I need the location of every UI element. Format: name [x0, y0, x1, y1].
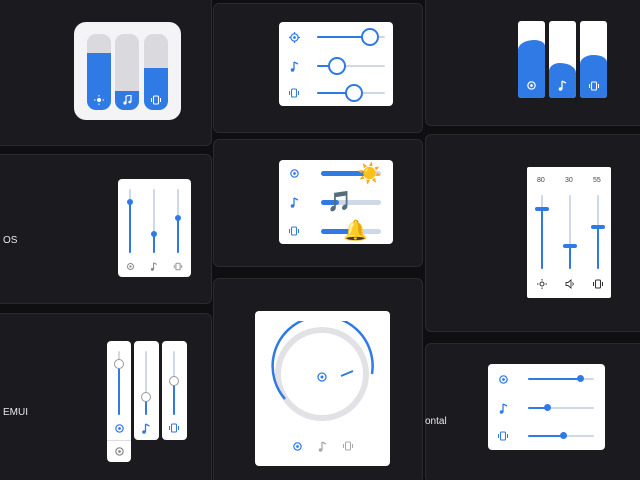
h-slider-brightness-thumb[interactable]	[577, 375, 584, 382]
settings-gear-icon	[315, 370, 329, 384]
numbered-slider-vibrate-track[interactable]	[597, 195, 599, 269]
numbered-sliders-card: 80 30 55	[527, 167, 611, 298]
knob-dial-card	[255, 311, 390, 466]
thin-slider-vibrate-thumb[interactable]	[175, 215, 181, 221]
h-slider-brightness-track[interactable]	[528, 378, 594, 380]
knob-dial-indicator	[340, 370, 354, 377]
thin-slider-brightness-thumb[interactable]	[127, 199, 133, 205]
round-slider-music-thumb[interactable]	[328, 57, 346, 75]
music-note-icon	[148, 260, 160, 272]
music-note-icon	[287, 195, 301, 209]
sun-icon	[93, 94, 105, 106]
pill-sliders-card	[74, 22, 181, 120]
tall-slider-vibrate-card	[162, 341, 187, 440]
numbered-slider-volume-thumb[interactable]	[563, 244, 577, 248]
h-slider-music-thumb[interactable]	[544, 404, 551, 411]
emoji-sliders-card: ☀️ 🎵 🔔	[279, 160, 393, 244]
vibrate-icon	[496, 429, 510, 443]
label-emui: EMUI	[3, 407, 28, 418]
vibrate-icon	[591, 277, 604, 290]
sun-icon	[535, 277, 548, 290]
vibrate-icon	[287, 86, 301, 100]
numbered-slider-value-brightness: 80	[537, 177, 545, 184]
music-note-icon	[121, 94, 133, 106]
divider	[107, 440, 131, 441]
pill-slider-music[interactable]	[115, 34, 139, 110]
thin-sliders-card	[118, 179, 191, 277]
vibrate-icon	[287, 224, 301, 238]
settings-gear-icon	[287, 30, 301, 44]
label-ios: OS	[3, 235, 18, 246]
pill-slider-vibrate[interactable]	[144, 34, 168, 110]
wave-slider-music[interactable]	[549, 21, 576, 98]
volume-icon	[563, 277, 576, 290]
sun-emoji[interactable]: ☀️	[357, 163, 382, 183]
settings-gear-icon[interactable]	[290, 439, 304, 453]
numbered-slider-value-volume: 30	[565, 177, 573, 184]
vibrate-icon	[150, 94, 162, 106]
settings-gear-icon	[525, 79, 538, 92]
numbered-slider-brightness-thumb[interactable]	[535, 207, 549, 211]
tall-slider-music-thumb[interactable]	[141, 392, 151, 402]
thin-slider-vibrate-track[interactable]	[177, 189, 179, 253]
music-emoji[interactable]: 🎵	[327, 191, 352, 211]
pill-slider-brightness[interactable]	[87, 34, 111, 110]
tall-slider-music-track[interactable]	[145, 351, 147, 415]
round-slider-vibrate-thumb[interactable]	[345, 84, 363, 102]
vibrate-icon[interactable]	[341, 439, 355, 453]
settings-gear-icon	[496, 372, 510, 386]
h-slider-vibrate-thumb[interactable]	[560, 432, 567, 439]
settings-gear-icon	[287, 166, 301, 180]
thin-slider-music-thumb[interactable]	[151, 231, 157, 237]
music-note-icon	[496, 401, 510, 415]
music-note-icon[interactable]	[315, 439, 329, 453]
settings-gear-icon	[112, 421, 126, 435]
label-horizontal: ontal	[425, 416, 447, 427]
h-slider-music-track[interactable]	[528, 407, 594, 409]
tall-slider-brightness-card	[107, 341, 131, 462]
numbered-slider-value-vibrate: 55	[593, 177, 601, 184]
wave-slider-vibrate[interactable]	[580, 21, 607, 98]
vibrate-icon	[172, 260, 184, 272]
numbered-slider-vibrate-thumb[interactable]	[591, 225, 605, 229]
vibrate-icon	[167, 421, 181, 435]
tall-slider-brightness-thumb[interactable]	[114, 359, 124, 369]
vibrate-icon	[587, 79, 600, 92]
music-note-icon	[139, 421, 153, 435]
thin-slider-music-track[interactable]	[153, 189, 155, 253]
numbered-slider-volume-track[interactable]	[569, 195, 571, 269]
bell-emoji[interactable]: 🔔	[343, 220, 368, 240]
settings-gear-icon[interactable]	[112, 444, 126, 458]
horizontal-sliders-card	[488, 364, 605, 450]
round-slider-brightness-thumb[interactable]	[361, 28, 379, 46]
settings-gear-icon	[124, 260, 136, 272]
wave-slider-brightness[interactable]	[518, 21, 545, 98]
music-note-icon	[287, 59, 301, 73]
round-thumb-sliders-card	[279, 22, 393, 106]
tall-slider-vibrate-thumb[interactable]	[169, 376, 179, 386]
music-note-icon	[556, 79, 569, 92]
tall-slider-music-card	[134, 341, 159, 440]
